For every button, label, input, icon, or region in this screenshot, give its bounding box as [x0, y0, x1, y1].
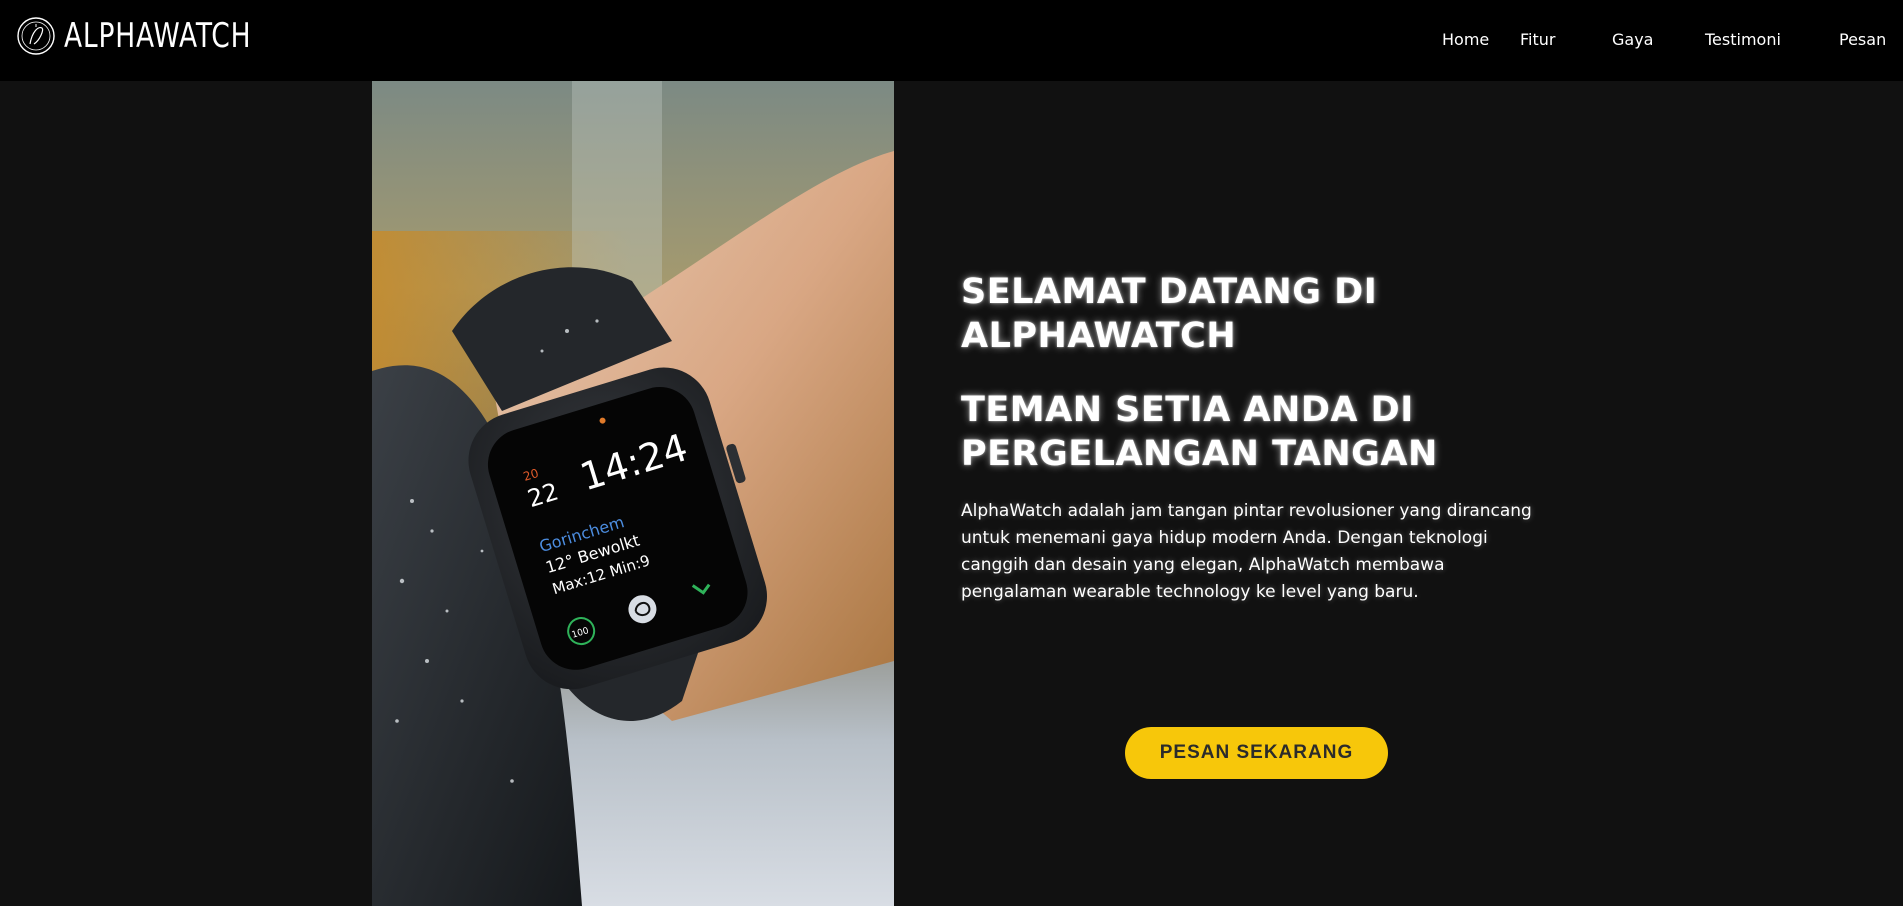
smartwatch-photo: 20 22 14:24 Gorinchem 12° Bewolkt Max:12… — [372, 81, 894, 906]
nav-item-gaya[interactable]: Gaya — [1612, 30, 1653, 49]
brand-name: ALPHAWATCH — [64, 16, 252, 56]
hero-text: SELAMAT DATANG DI ALPHAWATCH TEMAN SETIA… — [961, 270, 1561, 606]
hero-image: 20 22 14:24 Gorinchem 12° Bewolkt Max:12… — [372, 81, 894, 906]
order-now-button[interactable]: PESAN SEKARANG — [1125, 727, 1388, 779]
nav-item-fitur[interactable]: Fitur — [1520, 30, 1555, 49]
hero-subtitle: TEMAN SETIA ANDA DI PERGELANGAN TANGAN — [961, 390, 1438, 474]
hero-description: AlphaWatch adalah jam tangan pintar revo… — [961, 501, 1532, 602]
brand-logo[interactable]: ALPHAWATCH — [16, 14, 304, 58]
nav-item-testimoni[interactable]: Testimoni — [1705, 30, 1781, 49]
nav-item-pesan[interactable]: Pesan — [1839, 30, 1886, 49]
watch-logo-icon — [17, 17, 55, 55]
navbar: ALPHAWATCH Home Fitur Gaya Testimoni Pes… — [0, 0, 1903, 81]
nav-item-home[interactable]: Home — [1442, 30, 1489, 49]
hero-title: SELAMAT DATANG DI ALPHAWATCH — [961, 272, 1378, 356]
